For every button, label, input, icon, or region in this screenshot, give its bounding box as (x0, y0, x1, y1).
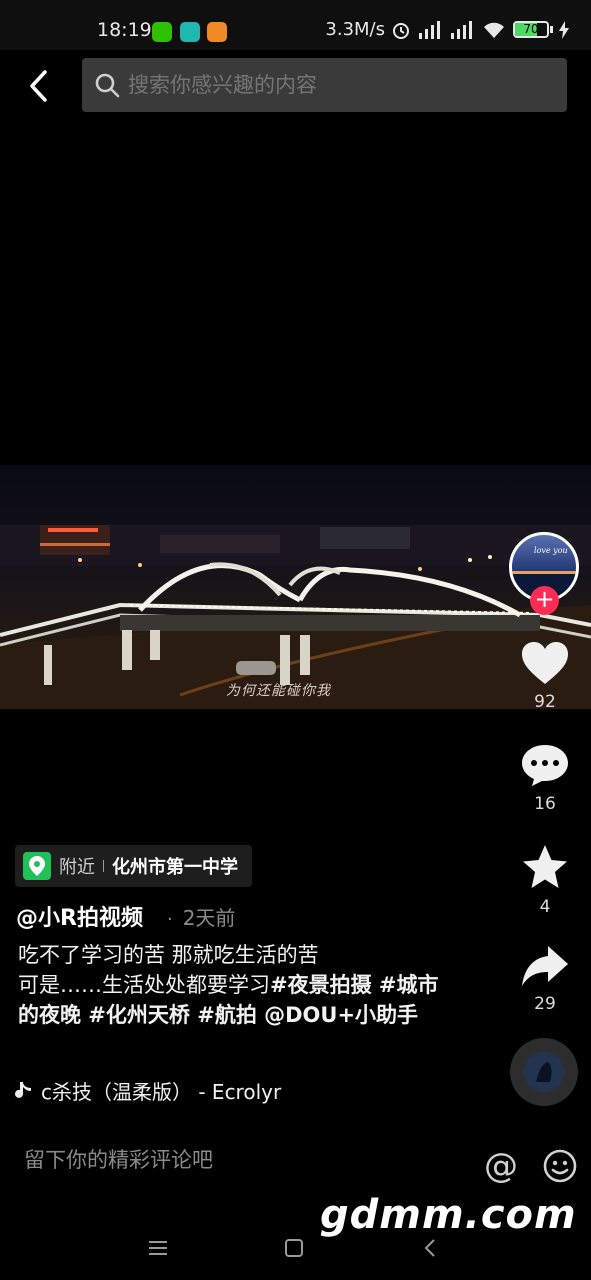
location-nearby-label: 附近 (59, 857, 95, 878)
status-right: 3.3M/s 70 (325, 19, 569, 40)
battery-level: 70 (523, 22, 539, 36)
music-disc-cover (524, 1052, 564, 1092)
favorite-button[interactable]: 4 (514, 843, 576, 917)
music-note-icon (15, 1081, 31, 1098)
location-pin-icon (23, 852, 51, 880)
like-button[interactable]: 92 (514, 640, 576, 712)
share-button[interactable]: 29 (514, 944, 576, 1014)
author-row: @小R拍视频 · 2天前 (16, 900, 235, 932)
author-name[interactable]: @小R拍视频 (16, 900, 143, 932)
location-tag[interactable]: 附近 化州市第一中学 (15, 845, 252, 887)
system-nav-bar (0, 1215, 591, 1280)
like-count: 92 (534, 692, 556, 712)
favorite-count: 4 (539, 897, 551, 917)
square-icon (285, 1239, 303, 1257)
share-count: 29 (534, 994, 556, 1014)
nav-home-button[interactable] (279, 1233, 309, 1263)
emoji-button[interactable] (542, 1148, 578, 1184)
video-caption-overlay: 为何还能碰你我 (226, 683, 331, 699)
search-icon (95, 73, 120, 98)
music-title: ϲ杀技（温柔版） - Ecrolyr (41, 1080, 282, 1104)
smiley-icon (543, 1149, 577, 1183)
comment-input[interactable] (24, 1148, 444, 1172)
description-line-1: 吃不了学习的苦 那就吃生活的苦 (18, 943, 319, 967)
net-speed: 3.3M/s (325, 19, 385, 40)
follow-button[interactable]: + (530, 586, 559, 615)
alarm-icon (393, 22, 409, 39)
dot-separator: · (166, 909, 173, 930)
location-divider (103, 860, 104, 872)
night-bridge-scene (0, 525, 591, 709)
search-bar[interactable] (82, 58, 567, 112)
description-line-2: 可是……生活处处都要学习 (18, 973, 270, 997)
post-time: 2天前 (182, 906, 236, 930)
chevron-left-icon (424, 1239, 435, 1257)
comment-count: 16 (534, 794, 556, 814)
star-icon (523, 845, 567, 888)
search-input[interactable] (128, 73, 528, 97)
music-disc[interactable] (510, 1038, 578, 1106)
menu-icon (149, 1241, 167, 1255)
battery-icon: 70 (513, 21, 553, 38)
video-player[interactable] (0, 465, 591, 709)
app-notification-icon (180, 22, 200, 42)
signal-icon-1 (419, 20, 440, 39)
post-description: 吃不了学习的苦 那就吃生活的苦 可是……生活处处都要学习#夜景拍摄 #城市的夜晚… (18, 940, 448, 1030)
charging-icon (559, 20, 569, 39)
comment-icon (522, 745, 568, 786)
signal-icon-2 (451, 20, 472, 39)
music-row[interactable]: ϲ杀技（温柔版） - Ecrolyr (15, 1076, 281, 1105)
comment-button[interactable]: 16 (514, 742, 576, 814)
nav-back-button[interactable] (416, 1233, 446, 1263)
wechat-icon (152, 22, 172, 42)
status-time: 18:19 (97, 19, 152, 41)
taobao-icon (207, 22, 227, 42)
nav-menu-button[interactable] (143, 1233, 173, 1263)
location-place-name: 化州市第一中学 (112, 857, 238, 878)
status-bar: 18:19 3.3M/s 70 (0, 0, 591, 50)
share-arrow-icon (522, 946, 568, 986)
wifi-icon (484, 22, 504, 38)
back-button[interactable] (20, 64, 60, 108)
heart-icon (522, 642, 568, 684)
chevron-left-icon (30, 70, 47, 102)
svg-text:love you: love you (534, 546, 568, 555)
mention-button[interactable]: @ (483, 1148, 519, 1184)
